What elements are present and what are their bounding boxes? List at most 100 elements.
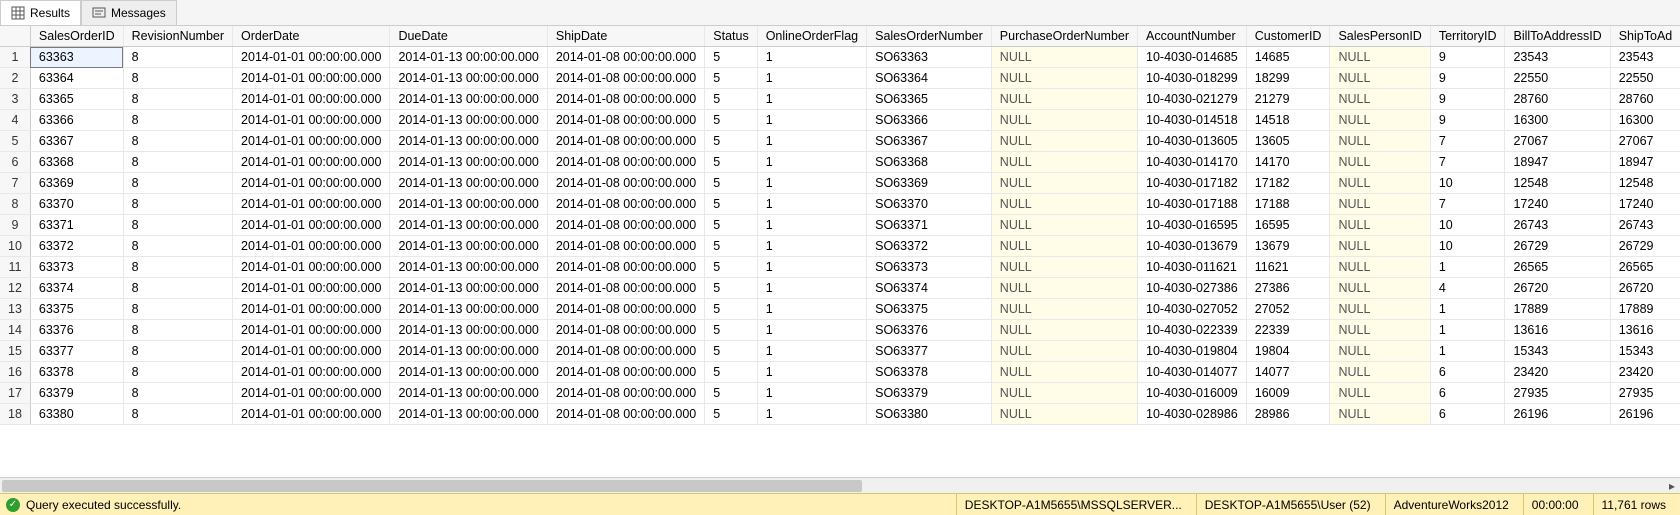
cell[interactable]: 8: [123, 341, 232, 362]
cell[interactable]: SO63372: [867, 236, 992, 257]
cell[interactable]: 2014-01-13 00:00:00.000: [390, 320, 547, 341]
cell[interactable]: 63379: [30, 383, 123, 404]
cell[interactable]: 63363: [30, 47, 123, 68]
row-number[interactable]: 18: [0, 404, 30, 425]
cell[interactable]: 6: [1430, 383, 1505, 404]
column-header[interactable]: ShipDate: [547, 26, 704, 47]
cell[interactable]: 63380: [30, 404, 123, 425]
row-number[interactable]: 14: [0, 320, 30, 341]
cell[interactable]: 1: [757, 173, 866, 194]
cell[interactable]: 18947: [1610, 152, 1680, 173]
cell[interactable]: 26565: [1505, 257, 1610, 278]
column-header[interactable]: ShipToAd: [1610, 26, 1680, 47]
cell[interactable]: 2014-01-13 00:00:00.000: [390, 152, 547, 173]
cell[interactable]: SO63376: [867, 320, 992, 341]
cell[interactable]: NULL: [991, 236, 1137, 257]
table-row[interactable]: 146337682014-01-01 00:00:00.0002014-01-1…: [0, 320, 1680, 341]
cell[interactable]: NULL: [991, 299, 1137, 320]
table-row[interactable]: 116337382014-01-01 00:00:00.0002014-01-1…: [0, 257, 1680, 278]
cell[interactable]: SO63365: [867, 89, 992, 110]
row-number[interactable]: 1: [0, 47, 30, 68]
cell[interactable]: 7: [1430, 131, 1505, 152]
cell[interactable]: 22550: [1610, 68, 1680, 89]
cell[interactable]: 2014-01-08 00:00:00.000: [547, 320, 704, 341]
column-header[interactable]: CustomerID: [1246, 26, 1330, 47]
cell[interactable]: 8: [123, 278, 232, 299]
table-row[interactable]: 166337882014-01-01 00:00:00.0002014-01-1…: [0, 362, 1680, 383]
column-header[interactable]: OnlineOrderFlag: [757, 26, 866, 47]
cell[interactable]: NULL: [991, 320, 1137, 341]
cell[interactable]: 2014-01-01 00:00:00.000: [233, 47, 390, 68]
cell[interactable]: 10: [1430, 236, 1505, 257]
cell[interactable]: NULL: [1330, 131, 1430, 152]
cell[interactable]: 1: [1430, 299, 1505, 320]
cell[interactable]: 27935: [1610, 383, 1680, 404]
cell[interactable]: 2014-01-08 00:00:00.000: [547, 131, 704, 152]
cell[interactable]: 2014-01-01 00:00:00.000: [233, 404, 390, 425]
column-header[interactable]: SalesPersonID: [1330, 26, 1430, 47]
cell[interactable]: 1: [757, 404, 866, 425]
table-row[interactable]: 136337582014-01-01 00:00:00.0002014-01-1…: [0, 299, 1680, 320]
cell[interactable]: 8: [123, 383, 232, 404]
cell[interactable]: 2014-01-08 00:00:00.000: [547, 257, 704, 278]
cell[interactable]: SO63370: [867, 194, 992, 215]
cell[interactable]: 8: [123, 320, 232, 341]
cell[interactable]: 2014-01-13 00:00:00.000: [390, 89, 547, 110]
cell[interactable]: 15343: [1610, 341, 1680, 362]
row-number[interactable]: 9: [0, 215, 30, 236]
cell[interactable]: 1: [757, 194, 866, 215]
cell[interactable]: 63371: [30, 215, 123, 236]
cell[interactable]: 14077: [1246, 362, 1330, 383]
cell[interactable]: 2014-01-13 00:00:00.000: [390, 215, 547, 236]
cell[interactable]: 1: [757, 383, 866, 404]
cell[interactable]: 2014-01-08 00:00:00.000: [547, 278, 704, 299]
cell[interactable]: 12548: [1505, 173, 1610, 194]
cell[interactable]: 1: [757, 341, 866, 362]
cell[interactable]: 2014-01-13 00:00:00.000: [390, 173, 547, 194]
cell[interactable]: 8: [123, 236, 232, 257]
table-row[interactable]: 46336682014-01-01 00:00:00.0002014-01-13…: [0, 110, 1680, 131]
cell[interactable]: 14170: [1246, 152, 1330, 173]
cell[interactable]: NULL: [1330, 110, 1430, 131]
row-number[interactable]: 15: [0, 341, 30, 362]
cell[interactable]: 8: [123, 362, 232, 383]
cell[interactable]: 63368: [30, 152, 123, 173]
column-header[interactable]: BillToAddressID: [1505, 26, 1610, 47]
cell[interactable]: 2014-01-01 00:00:00.000: [233, 152, 390, 173]
row-number[interactable]: 3: [0, 89, 30, 110]
tab-messages[interactable]: Messages: [81, 0, 177, 25]
column-header[interactable]: RevisionNumber: [123, 26, 232, 47]
cell[interactable]: 1: [757, 257, 866, 278]
cell[interactable]: 16009: [1246, 383, 1330, 404]
cell[interactable]: 27386: [1246, 278, 1330, 299]
cell[interactable]: 26729: [1610, 236, 1680, 257]
row-number[interactable]: 10: [0, 236, 30, 257]
cell[interactable]: 2014-01-08 00:00:00.000: [547, 173, 704, 194]
cell[interactable]: NULL: [1330, 341, 1430, 362]
scroll-right-icon[interactable]: ▸: [1664, 478, 1680, 494]
cell[interactable]: SO63368: [867, 152, 992, 173]
cell[interactable]: 10-4030-013679: [1138, 236, 1247, 257]
row-number[interactable]: 17: [0, 383, 30, 404]
cell[interactable]: SO63367: [867, 131, 992, 152]
cell[interactable]: NULL: [1330, 68, 1430, 89]
cell[interactable]: 7: [1430, 152, 1505, 173]
cell[interactable]: 63375: [30, 299, 123, 320]
cell[interactable]: SO63369: [867, 173, 992, 194]
cell[interactable]: 2014-01-08 00:00:00.000: [547, 47, 704, 68]
column-header[interactable]: Status: [705, 26, 757, 47]
cell[interactable]: 5: [705, 68, 757, 89]
cell[interactable]: 2014-01-08 00:00:00.000: [547, 194, 704, 215]
column-header[interactable]: DueDate: [390, 26, 547, 47]
row-number[interactable]: 7: [0, 173, 30, 194]
cell[interactable]: 12548: [1610, 173, 1680, 194]
cell[interactable]: 2014-01-13 00:00:00.000: [390, 404, 547, 425]
cell[interactable]: 1: [757, 320, 866, 341]
table-row[interactable]: 106337282014-01-01 00:00:00.0002014-01-1…: [0, 236, 1680, 257]
cell[interactable]: 8: [123, 68, 232, 89]
cell[interactable]: 1: [757, 152, 866, 173]
row-number[interactable]: 6: [0, 152, 30, 173]
cell[interactable]: SO63378: [867, 362, 992, 383]
cell[interactable]: 17188: [1246, 194, 1330, 215]
column-header[interactable]: OrderDate: [233, 26, 390, 47]
